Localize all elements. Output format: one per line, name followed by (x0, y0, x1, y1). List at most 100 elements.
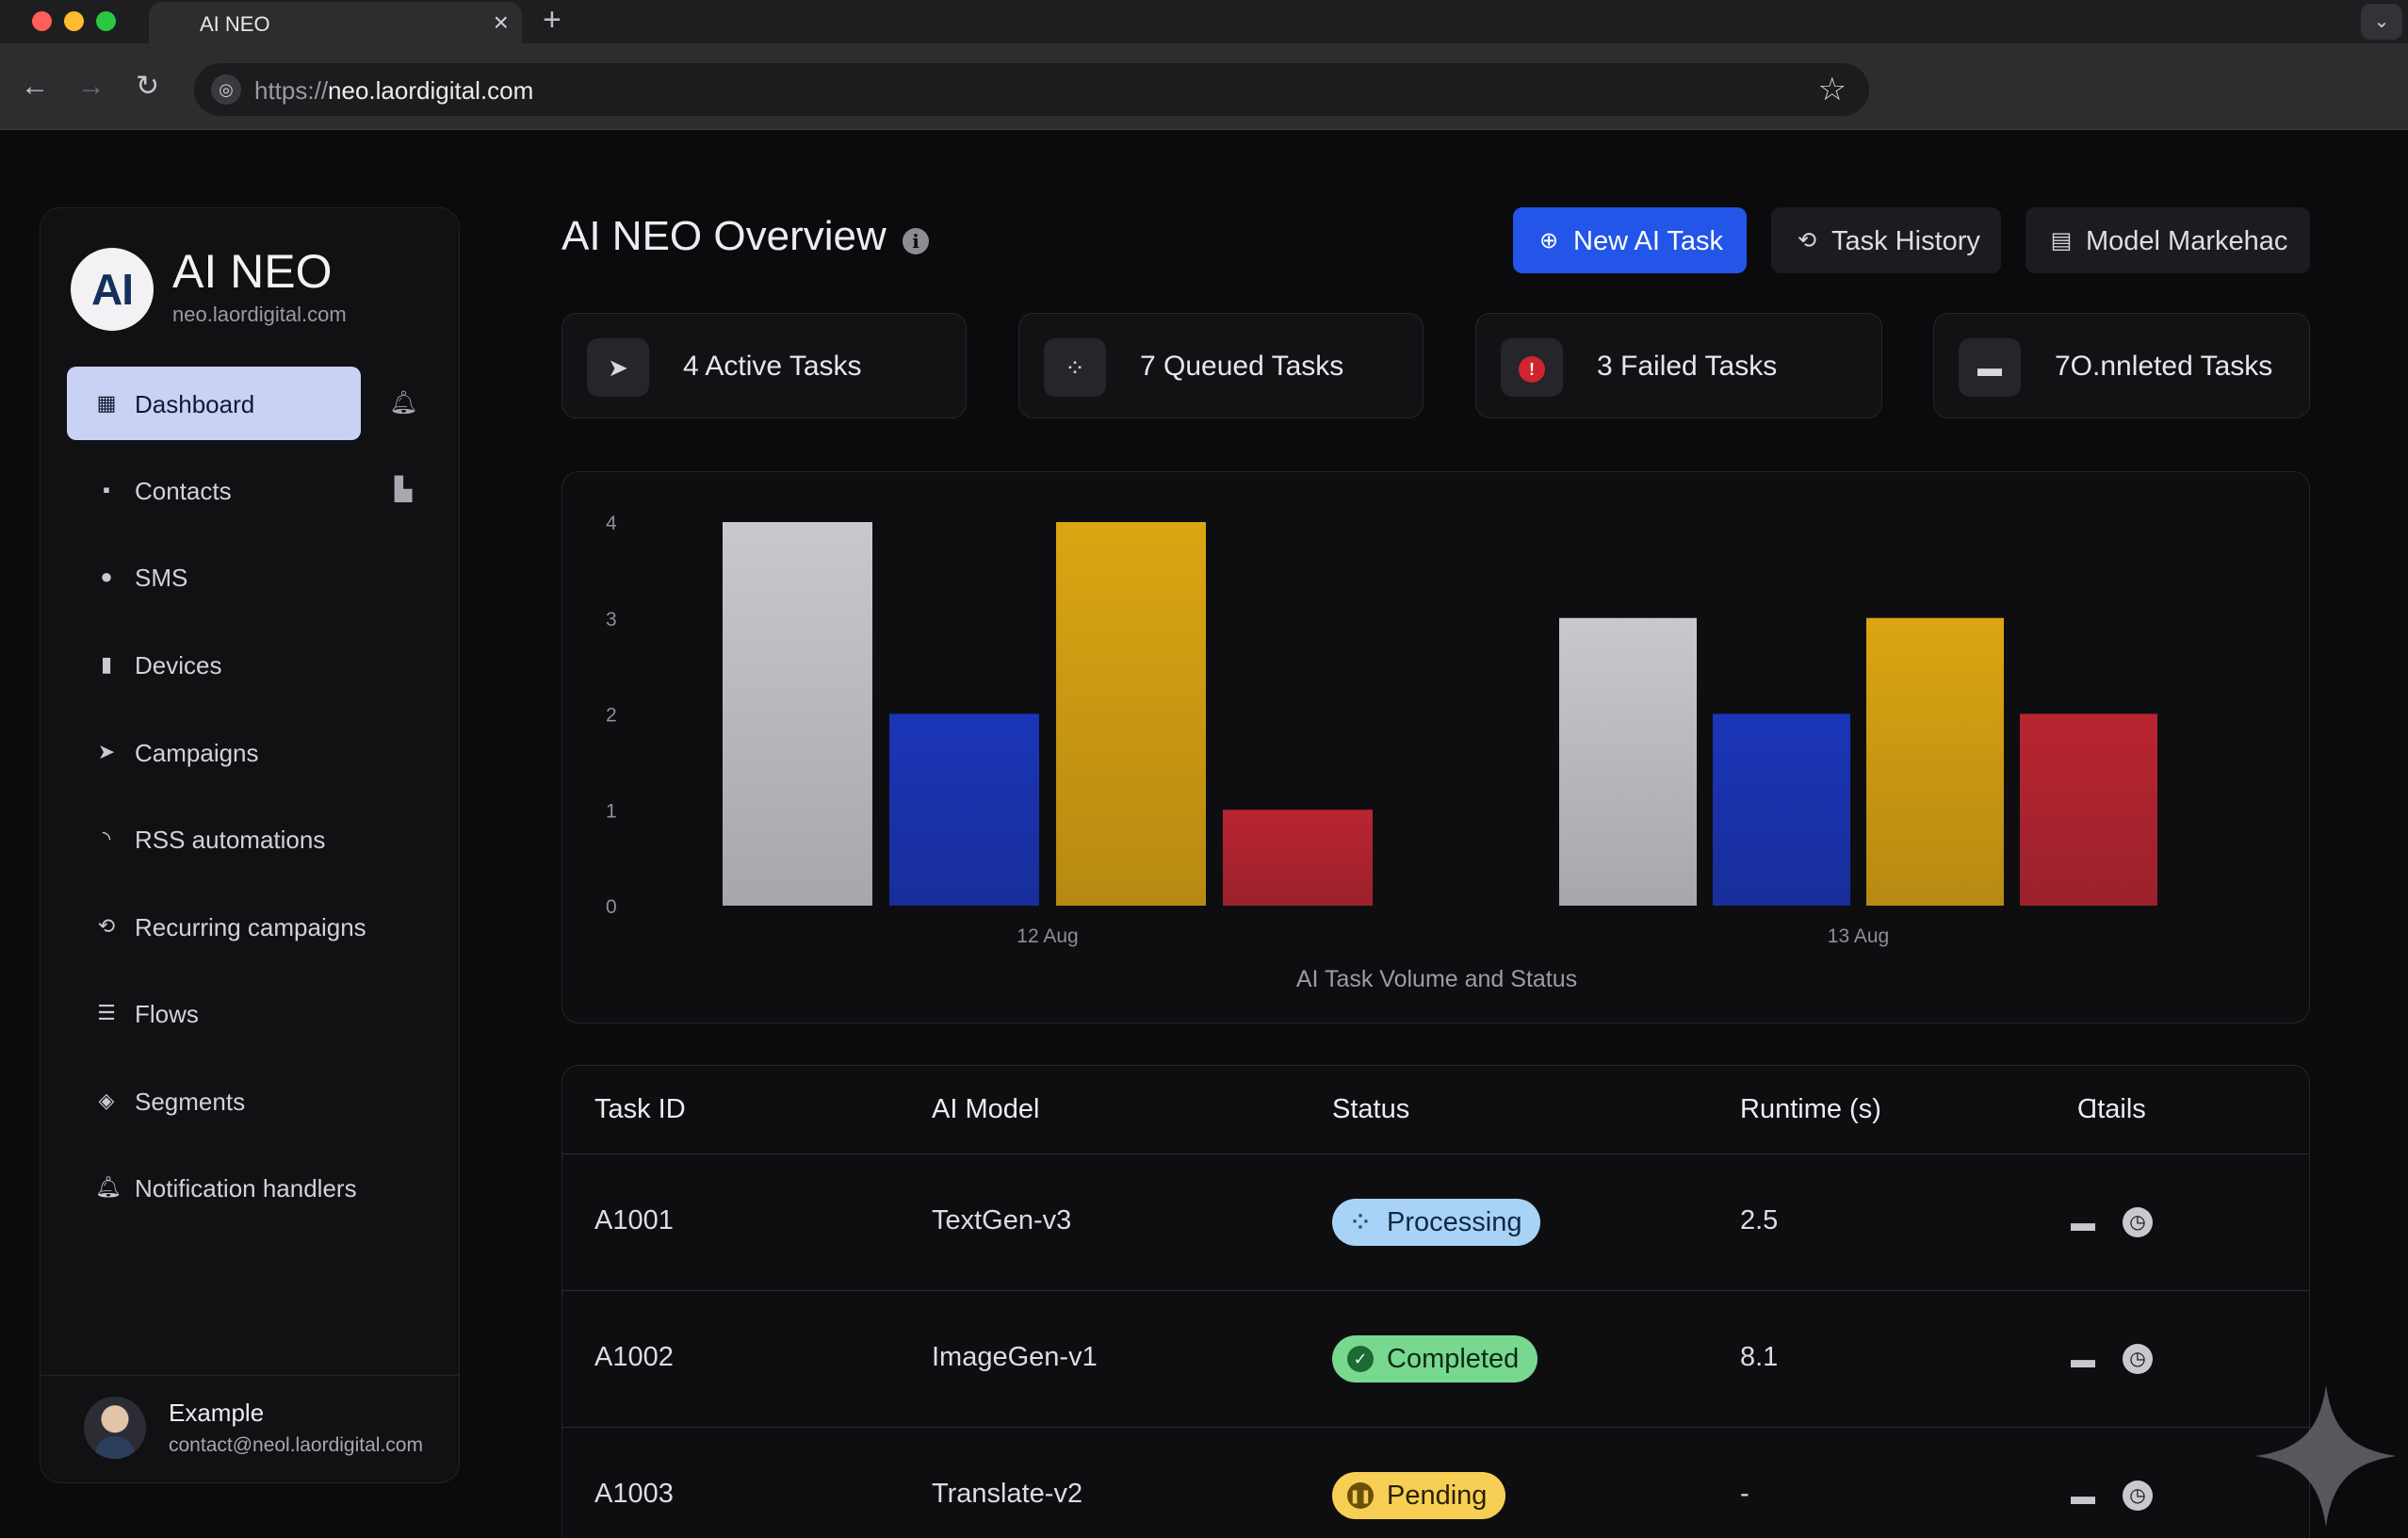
layers-icon: ◈ (98, 1088, 115, 1112)
sidebar-item-sms[interactable]: ● SMS (67, 540, 361, 614)
task-history-button[interactable]: ⟲ Task History (1771, 207, 2001, 273)
sidebar-item-devices[interactable]: ▮ Devices (67, 628, 361, 701)
page-title: AI NEO Overview (561, 213, 887, 259)
bar-13-aug-s3[interactable] (1866, 617, 2004, 906)
y-tick-label: 2 (606, 705, 617, 727)
status-badge: ⁘ Processing (1332, 1199, 1541, 1246)
column-header-details[interactable]: Ɑtails (2077, 1094, 2146, 1125)
sidebar-item-campaigns[interactable]: ➤ Campaigns (67, 715, 361, 789)
minimize-window-button[interactable] (64, 11, 84, 31)
user-profile[interactable]: Example contact@neol.laordigital.com (41, 1375, 459, 1482)
stat-label: 4 Active Tasks (683, 351, 862, 382)
brand-logo[interactable]: AI (71, 248, 154, 331)
bar-13-aug-s1[interactable] (1559, 617, 1697, 906)
sidebar-item-recurring-campaigns[interactable]: ⟲ Recurring campaigns (67, 890, 366, 963)
sidebar-item-label: Devices (135, 651, 222, 679)
sidebar-item-notification-handlers[interactable]: 🔔︎ Notification handlers (67, 1151, 361, 1224)
bar-13-aug-s4[interactable] (2020, 713, 2157, 907)
x-tick-label: 13 Aug (1828, 925, 1889, 947)
back-arrow-icon[interactable]: ← (21, 70, 49, 104)
sidebar-item-label: Recurring campaigns (135, 913, 366, 941)
sidebar-item-rss-automations[interactable]: ◝ RSS automations (67, 802, 361, 875)
new-tab-icon[interactable]: + (543, 2, 561, 39)
bar-12-aug-s2[interactable] (889, 713, 1039, 907)
ai-model: Translate-v2 (932, 1479, 1083, 1509)
sidebar: AI AI NEO neo.laordigital.com ▦ Dashboar… (40, 207, 460, 1483)
table-row[interactable]: A1001 TextGen-v3 ⁘ Processing 2.5 ▬ ◷ (562, 1154, 2309, 1291)
column-header-ai-model[interactable]: AI Model (932, 1094, 1039, 1125)
bar-12-aug-s4[interactable] (1223, 810, 1373, 906)
folder-icon[interactable]: ▬ (2068, 1207, 2098, 1237)
plus-circle-icon: ⊕ (1538, 228, 1559, 254)
status-label: Completed (1387, 1344, 1520, 1374)
ai-model: TextGen-v3 (932, 1205, 1072, 1235)
url-scheme: https:// (254, 76, 329, 105)
model-marketplace-button[interactable]: ▤ Model Markehac (2026, 207, 2310, 273)
site-info-icon[interactable]: ◎ (211, 74, 241, 105)
folder-icon[interactable]: ▬ (2068, 1344, 2098, 1374)
zoom-window-button[interactable] (96, 11, 116, 31)
contact-card-icon: ▪ (103, 478, 110, 501)
brand-name: AI NEO (172, 245, 333, 298)
ai-model: ImageGen-v1 (932, 1342, 1098, 1372)
column-header-status[interactable]: Status (1332, 1094, 1409, 1125)
error-icon: ! (1501, 338, 1563, 397)
column-header-runtime[interactable]: Runtime (s) (1740, 1094, 1881, 1125)
new-ai-task-button[interactable]: ⊕ New AI Task (1513, 207, 1747, 273)
bar-13-aug-s2[interactable] (1713, 713, 1850, 907)
task-id: A1001 (594, 1205, 674, 1235)
sidebar-item-segments[interactable]: ◈ Segments (67, 1064, 361, 1137)
bar-12-aug-s1[interactable] (723, 522, 872, 906)
y-tick-label: 1 (606, 800, 617, 822)
stat-card-queued[interactable]: ⁘ 7 Queued Tasks (1018, 313, 1424, 418)
runtime: - (1740, 1479, 1749, 1509)
address-bar[interactable]: ◎ https://neo.laordigital.com ☆ (194, 63, 1869, 116)
bar-12-aug-s3[interactable] (1056, 522, 1206, 906)
chart-title: AI Task Volume and Status (1295, 966, 1578, 992)
bell-icon[interactable]: 🔔︎ (389, 389, 417, 417)
spinner-icon: ⁘ (1351, 1210, 1370, 1234)
rss-icon: ◝ (102, 826, 111, 850)
browser-tab-bar: AI NEO × + ⌄ (0, 0, 2408, 43)
reload-icon[interactable]: ↻ (136, 70, 159, 104)
task-id: A1003 (594, 1479, 674, 1509)
url-text[interactable]: https://neo.laordigital.com (254, 76, 533, 106)
sidebar-item-label: Flows (135, 1000, 199, 1028)
tab-close-icon[interactable]: × (494, 8, 509, 38)
sidebar-item-label: Segments (135, 1088, 246, 1116)
browser-tab[interactable]: AI NEO × (149, 2, 522, 43)
user-name: Example (169, 1399, 265, 1427)
sidebar-item-dashboard[interactable]: ▦ Dashboard (67, 367, 361, 440)
sidebar-item-flows[interactable]: ☰ Flows (67, 976, 361, 1050)
bell-icon: 🔔︎ (95, 1175, 122, 1199)
avatar (84, 1397, 146, 1459)
browser-toolbar: ← → ↻ ◎ https://neo.laordigital.com ☆ (0, 43, 2408, 130)
clock-icon[interactable]: ◷ (2123, 1207, 2153, 1237)
info-icon[interactable]: i (903, 228, 929, 254)
check-circle-icon: ✓ (1347, 1346, 1374, 1372)
stat-card-active[interactable]: ➤ 4 Active Tasks (561, 313, 967, 418)
bar-chart-icon[interactable]: ▙ (389, 476, 417, 504)
stat-label: 7 Queued Tasks (1140, 351, 1344, 382)
tab-title: AI NEO (200, 12, 270, 36)
table-row[interactable]: A1003 Translate-v2 ❚❚ Pending - ▬ ◷ (562, 1428, 2309, 1538)
table-row[interactable]: A1002 ImageGen-v1 ✓ Completed 8.1 ▬ ◷ (562, 1291, 2309, 1428)
stat-card-completed[interactable]: ▬ 7O.nnleted Tasks (1933, 313, 2310, 418)
clock-icon[interactable]: ◷ (2123, 1481, 2153, 1511)
tab-search-icon[interactable]: ⌄ (2361, 4, 2402, 40)
forward-arrow-icon[interactable]: → (77, 70, 106, 104)
stat-card-failed[interactable]: ! 3 Failed Tasks (1475, 313, 1882, 418)
bookmark-star-icon[interactable]: ☆ (1818, 71, 1847, 108)
folder-icon[interactable]: ▬ (2068, 1481, 2098, 1511)
close-window-button[interactable] (32, 11, 52, 31)
column-header-task-id[interactable]: Task ID (594, 1094, 686, 1125)
clock-icon[interactable]: ◷ (2123, 1344, 2153, 1374)
repeat-icon: ⟲ (97, 914, 116, 938)
status-label: Pending (1387, 1481, 1488, 1511)
runtime: 8.1 (1740, 1342, 1779, 1372)
url-host: neo.laordigital.com (328, 76, 534, 105)
paper-plane-icon: ➤ (587, 338, 649, 397)
sidebar-item-contacts[interactable]: ▪ Contacts (67, 453, 361, 527)
status-badge: ✓ Completed (1332, 1335, 1538, 1383)
bar-chart: 0 1 2 3 4 12 Aug 13 Aug (606, 513, 2157, 947)
